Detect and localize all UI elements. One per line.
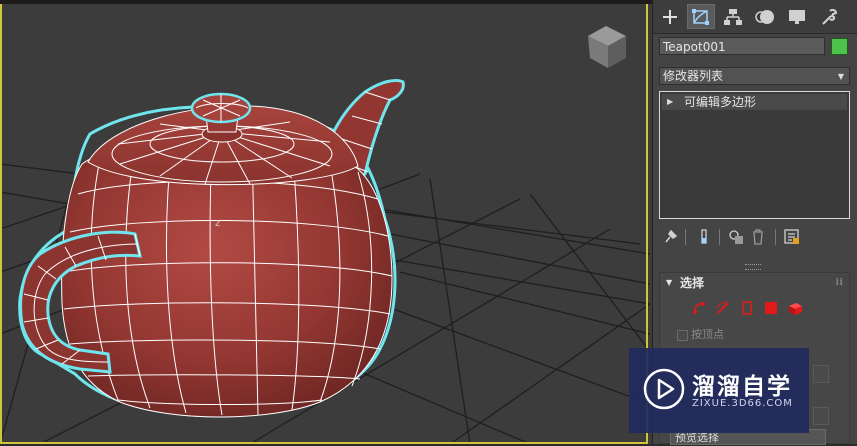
divider [685, 229, 686, 245]
viewport-scene: z [0, 26, 652, 444]
tab-motion[interactable] [751, 4, 779, 29]
tab-utilities[interactable] [815, 4, 843, 29]
teapot-mesh [18, 78, 405, 418]
plus-icon [663, 9, 677, 24]
remove-modifier-button[interactable] [749, 227, 767, 247]
object-name-field[interactable]: Teapot001 [659, 37, 825, 55]
pin-icon [665, 230, 677, 243]
stack-toolbar [659, 227, 850, 247]
stack-item-editable-poly[interactable]: ▶ 可编辑多边形 [662, 94, 847, 110]
watermark: 溜溜自学 ZIXUE.3D66.COM [629, 348, 809, 433]
by-vertex-checkbox[interactable]: 按顶点 [677, 326, 724, 342]
modifier-list-label: 修改器列表 [663, 69, 724, 83]
pin-stack-button[interactable] [661, 227, 679, 247]
stack-item-label: 可编辑多边形 [684, 95, 757, 109]
subobject-level-buttons [690, 299, 820, 317]
motion-icon [755, 9, 774, 24]
configure-icon [784, 229, 799, 244]
drag-handle-icon: ⁞⁞ [835, 277, 843, 288]
command-panel-tabs [653, 0, 857, 34]
show-end-result-button[interactable] [695, 227, 713, 247]
polygon-mode-button[interactable] [762, 299, 780, 317]
pivot-marker: z [215, 218, 220, 229]
divider [775, 229, 776, 245]
wrench-icon [822, 8, 838, 25]
object-color-swatch[interactable] [831, 38, 848, 55]
watermark-brand: 溜溜自学 [692, 374, 792, 400]
collapse-arrow-icon: ▼ [666, 278, 673, 287]
tab-hierarchy[interactable] [719, 4, 747, 29]
divider [719, 229, 720, 245]
viewcube-icon [588, 26, 626, 68]
make-unique-icon [729, 230, 743, 244]
dropdown-arrow-icon: ▼ [837, 72, 844, 81]
checkbox-box[interactable] [677, 329, 688, 341]
threshold-spinner[interactable] [813, 365, 829, 383]
polygon-icon [765, 302, 777, 314]
angle-spinner[interactable] [813, 407, 829, 425]
element-icon [789, 303, 802, 315]
rollout-title: 选择 [680, 276, 705, 290]
modifier-stack[interactable]: ▶ 可编辑多边形 [659, 91, 850, 219]
element-mode-button[interactable] [786, 299, 804, 317]
border-icon [742, 301, 752, 315]
vertex-mode-button[interactable] [690, 299, 708, 317]
modify-icon [692, 8, 709, 25]
tab-create[interactable] [656, 4, 684, 29]
trash-icon [753, 229, 763, 245]
edge-mode-button[interactable] [714, 299, 732, 317]
hierarchy-icon [724, 8, 742, 25]
expand-arrow-icon[interactable]: ▶ [667, 94, 673, 110]
modifier-list-dropdown[interactable]: 修改器列表 ▼ [659, 67, 850, 85]
tab-modify[interactable] [687, 4, 715, 29]
perspective-viewport[interactable]: z [0, 0, 652, 444]
display-icon [789, 9, 805, 24]
by-vertex-label: 按顶点 [691, 328, 724, 341]
tab-display[interactable] [783, 4, 811, 29]
configure-modifier-sets-button[interactable] [783, 227, 801, 247]
border-mode-button[interactable] [738, 299, 756, 317]
edge-icon [716, 301, 729, 314]
end-result-icon [701, 229, 707, 244]
panel-resize-grip[interactable] [745, 264, 761, 270]
vertex-icon [693, 302, 705, 314]
play-logo-icon [643, 368, 685, 410]
selection-rollout-header[interactable]: ▼ 选择 ⁞⁞ [660, 273, 849, 293]
make-unique-button[interactable] [727, 227, 745, 247]
watermark-url: ZIXUE.3D66.COM [692, 398, 793, 409]
